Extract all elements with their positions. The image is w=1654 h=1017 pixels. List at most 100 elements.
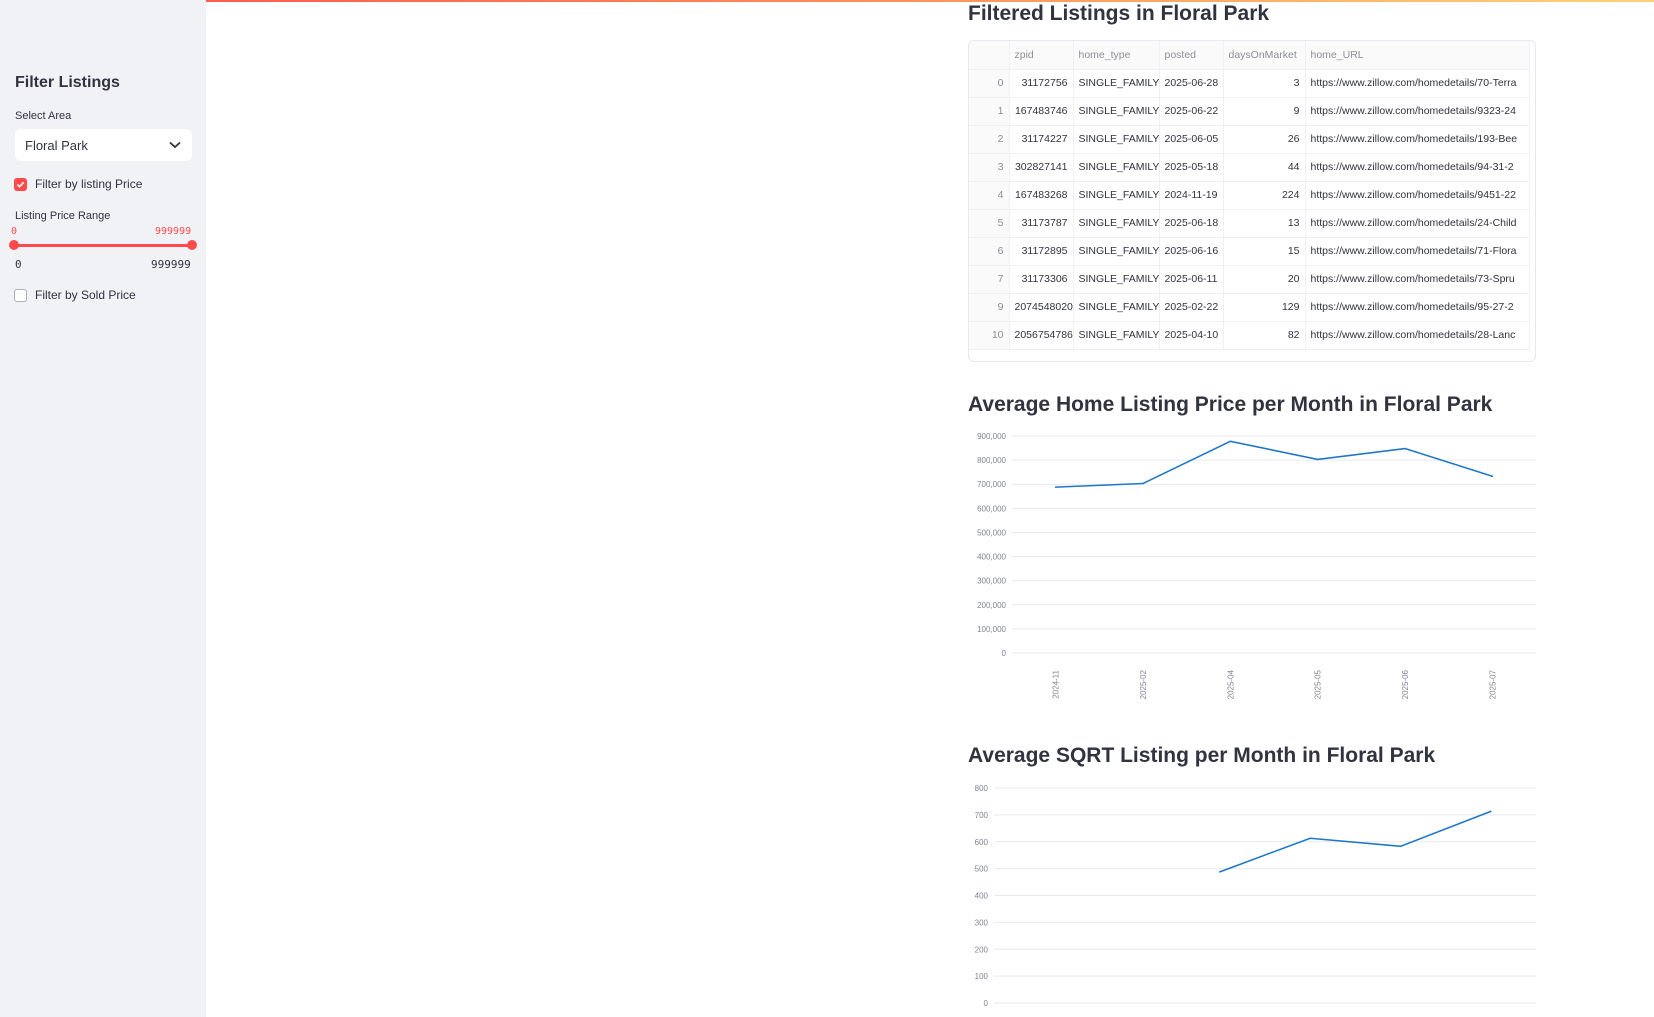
table-cell[interactable]: 31173787 <box>1009 209 1074 238</box>
table-cell[interactable]: 82 <box>1223 321 1306 350</box>
x-tick-label: 2025-02 <box>1139 669 1148 699</box>
table-row[interactable]: 1 167483746 SINGLE_FAMILY 2025-06-22 9 https:… <box>969 97 1530 126</box>
table-cell[interactable]: 20 <box>1223 265 1306 294</box>
table-cell[interactable]: 13 <box>1223 209 1306 238</box>
row-index-cell[interactable]: 6 <box>969 237 1010 266</box>
table-cell[interactable]: https://www.zillow.com/homedetails/28-La… <box>1305 321 1530 350</box>
checkbox-unchecked-icon <box>14 288 27 302</box>
table-cell[interactable]: 2025-06-05 <box>1159 125 1224 154</box>
table-cell[interactable]: 2025-06-22 <box>1159 97 1224 126</box>
table-cell[interactable]: 31173306 <box>1009 265 1074 294</box>
column-header[interactable]: daysOnMarket <box>1223 41 1306 70</box>
table-cell[interactable]: SINGLE_FAMILY <box>1073 321 1160 350</box>
table-cell[interactable]: https://www.zillow.com/homedetails/73-Sp… <box>1305 265 1530 294</box>
table-cell[interactable]: 2025-06-18 <box>1159 209 1224 238</box>
table-cell[interactable]: 167483268 <box>1009 181 1074 210</box>
table-cell[interactable]: SINGLE_FAMILY <box>1073 209 1160 238</box>
table-cell[interactable]: 9 <box>1223 97 1306 126</box>
table-row[interactable]: 9 2074548020 SINGLE_FAMILY 2025-02-22 129 htt… <box>969 293 1530 322</box>
table-cell[interactable]: 2024-11-19 <box>1159 181 1224 210</box>
table-row[interactable]: 5 31173787 SINGLE_FAMILY 2025-06-18 13 https:… <box>969 209 1530 238</box>
x-tick-label: 2025-04 <box>1226 669 1235 699</box>
row-index-cell[interactable]: 4 <box>969 181 1010 210</box>
table-cell[interactable]: 2025-05-18 <box>1159 153 1224 182</box>
listings-table[interactable]: zpid home_type posted daysOnMarket home_… <box>968 40 1536 362</box>
table-cell[interactable]: 2025-04-10 <box>1159 321 1224 350</box>
row-index-cell[interactable]: 10 <box>969 321 1010 350</box>
listing-price-range-label: Listing Price Range <box>15 210 111 222</box>
y-tick-label: 300 <box>975 918 989 927</box>
header-decoration-bar <box>0 0 1654 2</box>
table-cell[interactable]: 2025-02-22 <box>1159 293 1224 322</box>
table-title: Filtered Listings in Floral Park <box>968 2 1270 25</box>
row-index-cell[interactable]: 1 <box>969 97 1010 126</box>
y-tick-label: 700,000 <box>977 480 1006 489</box>
data-point <box>1316 458 1319 461</box>
column-header[interactable]: home_type <box>1073 41 1160 70</box>
table-row[interactable]: 10 2056754786 SINGLE_FAMILY 2025-04-10 82 htt… <box>969 321 1530 350</box>
slider-high-value: 999999 <box>155 226 192 237</box>
price-range-slider-track[interactable] <box>14 244 192 247</box>
table-cell[interactable]: SINGLE_FAMILY <box>1073 125 1160 154</box>
table-cell[interactable]: https://www.zillow.com/homedetails/70-Te… <box>1305 69 1530 98</box>
table-row[interactable]: 2 31174227 SINGLE_FAMILY 2025-06-05 26 https:… <box>969 125 1530 154</box>
column-header[interactable] <box>969 41 1010 70</box>
row-index-cell[interactable]: 0 <box>969 69 1010 98</box>
table-row[interactable]: 3 302827141 SINGLE_FAMILY 2025-05-18 44 https… <box>969 153 1530 182</box>
table-cell[interactable]: 3 <box>1223 69 1306 98</box>
table-cell[interactable]: 2025-06-28 <box>1159 69 1224 98</box>
sqrt-chart-title: Average SQRT Listing per Month in Floral… <box>968 744 1436 767</box>
table-cell[interactable]: 2074548020 <box>1009 293 1074 322</box>
table-cell[interactable]: 2056754786 <box>1009 321 1074 350</box>
table-cell[interactable]: 15 <box>1223 237 1306 266</box>
table-cell[interactable]: https://www.zillow.com/homedetails/9323-… <box>1305 97 1530 126</box>
table-cell[interactable]: SINGLE_FAMILY <box>1073 153 1160 182</box>
table-cell[interactable]: 2025-06-16 <box>1159 237 1224 266</box>
table-cell[interactable]: https://www.zillow.com/homedetails/71-Fl… <box>1305 237 1530 266</box>
table-cell[interactable]: https://www.zillow.com/homedetails/94-31… <box>1305 153 1530 182</box>
table-cell[interactable]: 2025-06-11 <box>1159 265 1224 294</box>
data-point <box>1309 837 1311 840</box>
table-cell[interactable]: https://www.zillow.com/homedetails/24-Ch… <box>1305 209 1530 238</box>
table-cell[interactable]: https://www.zillow.com/homedetails/95-27… <box>1305 293 1530 322</box>
y-tick-label: 400,000 <box>977 553 1006 562</box>
filter-listing-price-checkbox[interactable]: Filter by listing Price <box>14 177 142 191</box>
x-tick-label: 2025-06 <box>1401 669 1410 699</box>
row-index-cell[interactable]: 7 <box>969 265 1010 294</box>
table-row[interactable]: 6 31172895 SINGLE_FAMILY 2025-06-16 15 https:… <box>969 237 1530 266</box>
row-index-cell[interactable]: 9 <box>969 293 1010 322</box>
data-point <box>1399 845 1402 848</box>
area-select[interactable]: Floral Park <box>15 129 192 161</box>
table-cell[interactable]: 31172895 <box>1009 237 1074 266</box>
filter-sold-price-checkbox[interactable]: Filter by Sold Price <box>14 288 136 302</box>
sidebar: Filter Listings Select Area Floral Park … <box>0 0 206 1017</box>
table-cell[interactable]: 302827141 <box>1009 153 1074 182</box>
column-header[interactable]: home_URL <box>1305 41 1530 70</box>
row-index-cell[interactable]: 3 <box>969 153 1010 182</box>
table-cell[interactable]: https://www.zillow.com/homedetails/9451-… <box>1305 181 1530 210</box>
x-tick-label: 2025-05 <box>1314 669 1323 699</box>
price-range-slider-high-handle[interactable] <box>187 240 197 250</box>
table-cell[interactable]: 44 <box>1223 153 1306 182</box>
row-index-cell[interactable]: 2 <box>969 125 1010 154</box>
table-row[interactable]: 4 167483268 SINGLE_FAMILY 2024-11-19 224 http… <box>969 181 1530 210</box>
column-header[interactable]: zpid <box>1009 41 1074 70</box>
column-header[interactable]: posted <box>1159 41 1224 70</box>
table-cell[interactable]: SINGLE_FAMILY <box>1073 69 1160 98</box>
table-cell[interactable]: https://www.zillow.com/homedetails/193-B… <box>1305 125 1530 154</box>
table-cell[interactable]: 167483746 <box>1009 97 1074 126</box>
table-cell[interactable]: SINGLE_FAMILY <box>1073 293 1160 322</box>
table-cell[interactable]: 129 <box>1223 293 1306 322</box>
table-cell[interactable]: 31172756 <box>1009 69 1074 98</box>
table-cell[interactable]: SINGLE_FAMILY <box>1073 97 1160 126</box>
table-cell[interactable]: 224 <box>1223 181 1306 210</box>
table-cell[interactable]: 26 <box>1223 125 1306 154</box>
table-cell[interactable]: SINGLE_FAMILY <box>1073 265 1160 294</box>
table-row[interactable]: 7 31173306 SINGLE_FAMILY 2025-06-11 20 https:… <box>969 265 1530 294</box>
price-range-slider-low-handle[interactable] <box>9 240 19 250</box>
table-cell[interactable]: SINGLE_FAMILY <box>1073 181 1160 210</box>
table-row[interactable]: 0 31172756 SINGLE_FAMILY 2025-06-28 3 https:/… <box>969 69 1530 98</box>
table-cell[interactable]: 31174227 <box>1009 125 1074 154</box>
row-index-cell[interactable]: 5 <box>969 209 1010 238</box>
table-cell[interactable]: SINGLE_FAMILY <box>1073 237 1160 266</box>
